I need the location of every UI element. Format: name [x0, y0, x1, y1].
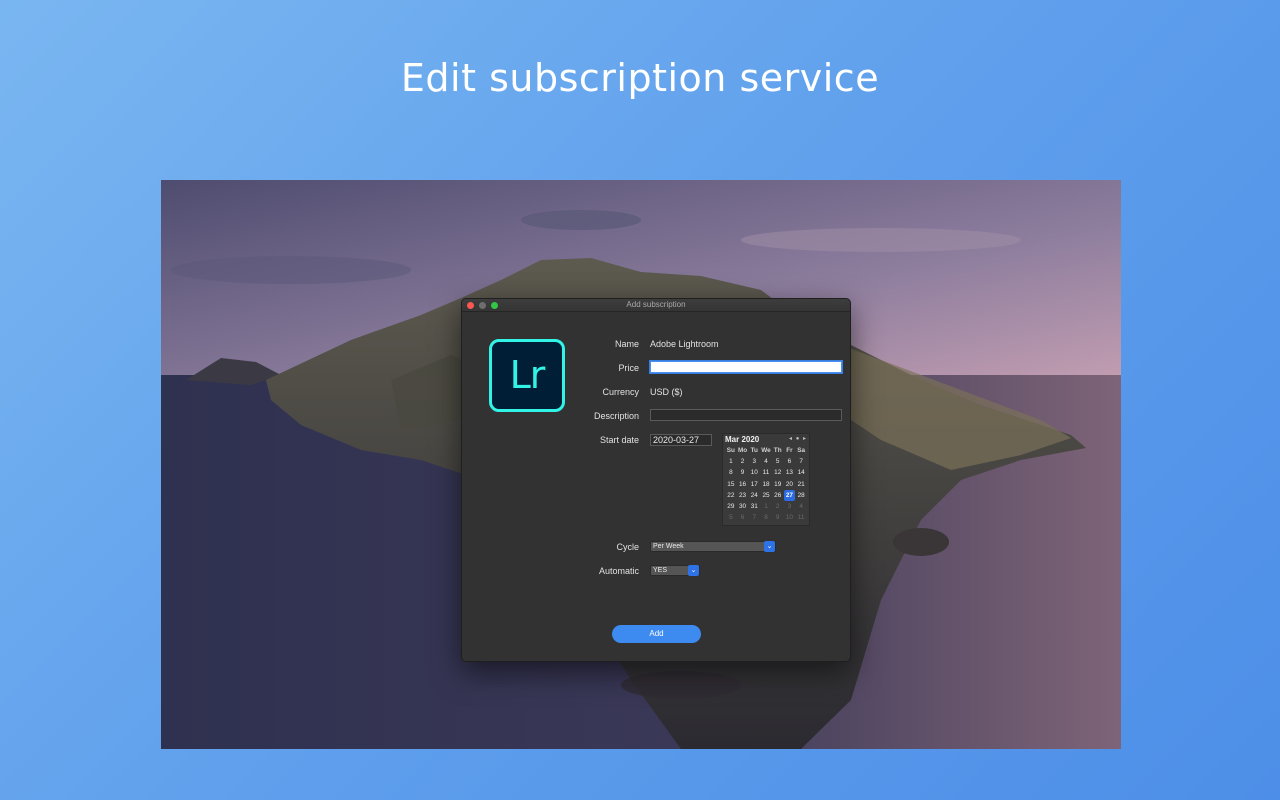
- calendar-day[interactable]: 30: [737, 501, 749, 512]
- calendar-weekday: Sa: [797, 447, 806, 454]
- calendar-day[interactable]: 23: [737, 490, 749, 501]
- adobe-lightroom-icon: Lr: [489, 339, 565, 412]
- calendar-day[interactable]: 25: [760, 490, 772, 501]
- window-title: Add subscription: [626, 300, 686, 309]
- calendar-day[interactable]: 6: [737, 512, 749, 523]
- currency-value[interactable]: USD ($): [650, 387, 683, 397]
- calendar-day[interactable]: 7: [748, 512, 760, 523]
- calendar-day[interactable]: 8: [760, 512, 772, 523]
- automatic-select[interactable]: YES ⌄: [650, 565, 700, 576]
- calendar-day[interactable]: 5: [772, 456, 784, 467]
- calendar-month: Mar 2020: [725, 435, 760, 444]
- calendar-day[interactable]: 5: [725, 512, 737, 523]
- calendar-day[interactable]: 3: [784, 501, 796, 512]
- calendar-day[interactable]: 1: [725, 456, 737, 467]
- calendar-day[interactable]: 4: [760, 456, 772, 467]
- window-titlebar[interactable]: Add subscription: [462, 299, 850, 312]
- calendar-day[interactable]: 20: [784, 479, 796, 490]
- calendar-day[interactable]: 31: [748, 501, 760, 512]
- add-button[interactable]: Add: [612, 625, 701, 643]
- calendar-day[interactable]: 14: [795, 467, 807, 478]
- calendar-weekday: Su: [726, 447, 735, 454]
- calendar-day[interactable]: 9: [772, 512, 784, 523]
- calendar-day[interactable]: 6: [784, 456, 796, 467]
- calendar-day[interactable]: 3: [748, 456, 760, 467]
- chevron-down-icon[interactable]: ⌄: [688, 565, 699, 576]
- calendar-weekday: Mo: [737, 447, 748, 454]
- calendar-day[interactable]: 11: [760, 467, 772, 478]
- calendar-day[interactable]: 22: [725, 490, 737, 501]
- calendar-day[interactable]: 26: [772, 490, 784, 501]
- automatic-label: Automatic: [598, 566, 639, 576]
- calendar-day[interactable]: 9: [737, 467, 749, 478]
- calendar-day[interactable]: 1: [760, 501, 772, 512]
- price-field[interactable]: [650, 361, 842, 373]
- calendar-weekday: Th: [773, 447, 782, 454]
- calendar-day-selected[interactable]: 27: [783, 489, 796, 502]
- add-subscription-window: Add subscription Lr Name Adobe Lightroom…: [461, 298, 851, 662]
- start-date-field[interactable]: 2020-03-27: [650, 434, 712, 446]
- description-field[interactable]: [650, 409, 842, 421]
- price-label: Price: [618, 363, 639, 373]
- calendar-day[interactable]: 4: [795, 501, 807, 512]
- cycle-label: Cycle: [616, 542, 639, 552]
- calendar-day[interactable]: 21: [795, 479, 807, 490]
- calendar-day[interactable]: 10: [748, 467, 760, 478]
- calendar-day[interactable]: 11: [795, 512, 807, 523]
- name-label: Name: [614, 339, 639, 349]
- page-headline: Edit subscription service: [400, 56, 880, 100]
- currency-label: Currency: [602, 387, 639, 397]
- calendar-day[interactable]: 28: [795, 490, 807, 501]
- calendar-day[interactable]: 18: [760, 479, 772, 490]
- calendar-day[interactable]: 16: [737, 479, 749, 490]
- app-icon-text: Lr: [509, 352, 546, 397]
- calendar-day[interactable]: 17: [748, 479, 760, 490]
- calendar-grid: Su Mo Tu We Th Fr Sa 1 2 3 4 5 6 7 8 9 10 11 12 13 14 15 16 17 1…: [723, 446, 809, 524]
- calendar-day[interactable]: 2: [772, 501, 784, 512]
- calendar-weekday: Fr: [786, 447, 793, 454]
- cycle-select[interactable]: Per Week ⌄: [650, 541, 776, 552]
- name-value: Adobe Lightroom: [650, 339, 719, 349]
- calendar-day[interactable]: 19: [772, 479, 784, 490]
- calendar-day[interactable]: 2: [737, 456, 749, 467]
- date-picker-calendar[interactable]: Mar 2020 ◂ ● ▸ Su Mo Tu We Th Fr Sa 1 2 3 4 5 6 7 8 9 10…: [722, 433, 810, 526]
- calendar-day[interactable]: 7: [795, 456, 807, 467]
- calendar-weekday: We: [761, 447, 771, 454]
- calendar-day[interactable]: 12: [772, 467, 784, 478]
- cycle-value: Per Week: [653, 543, 684, 550]
- calendar-day[interactable]: 24: [748, 490, 760, 501]
- calendar-weekday: Tu: [750, 447, 758, 454]
- calendar-day[interactable]: 10: [784, 512, 796, 523]
- calendar-day[interactable]: 29: [725, 501, 737, 512]
- start-date-label: Start date: [599, 435, 639, 445]
- calendar-day[interactable]: 8: [725, 467, 737, 478]
- calendar-day[interactable]: 13: [784, 467, 796, 478]
- description-label: Description: [593, 411, 639, 421]
- automatic-value: YES: [653, 567, 668, 574]
- chevron-down-icon[interactable]: ⌄: [764, 541, 775, 552]
- calendar-day[interactable]: 15: [725, 479, 737, 490]
- calendar-nav-arrows[interactable]: ◂ ● ▸: [789, 435, 807, 442]
